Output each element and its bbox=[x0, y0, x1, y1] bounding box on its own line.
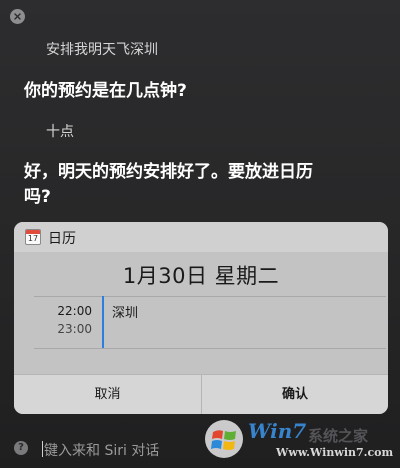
watermark-subtitle: 系统之家 bbox=[308, 427, 369, 445]
siri-response-2: 好，明天的预约安排好了。要放进日历吗? bbox=[24, 162, 313, 207]
watermark-brand: Win7 bbox=[248, 419, 307, 443]
event-color-bar bbox=[102, 296, 104, 348]
card-actions: 取消 确认 bbox=[14, 374, 388, 414]
close-icon bbox=[14, 13, 21, 20]
divider bbox=[34, 348, 386, 349]
calendar-icon: 17 bbox=[25, 229, 41, 245]
calendar-card: 17 日历 1月30日 星期二 22:00 23:00 深圳 取消 确认 bbox=[14, 222, 388, 414]
confirm-button[interactable]: 确认 bbox=[202, 375, 388, 414]
user-utterance-2: 十点 bbox=[46, 124, 74, 140]
text-caret bbox=[42, 441, 43, 457]
event-date: 1月30日 星期二 bbox=[122, 264, 280, 288]
calendar-card-header: 17 日历 bbox=[14, 222, 388, 252]
event-end-time: 23:00 bbox=[57, 322, 92, 336]
event-title[interactable]: 深圳 bbox=[112, 302, 138, 321]
siri-text-input[interactable]: 键入来和 Siri 对话 bbox=[44, 440, 159, 460]
divider bbox=[34, 296, 386, 297]
site-watermark: Win7 系统之家 Www.Winwin7.com bbox=[198, 413, 398, 465]
siri-window: 安排我明天飞深圳 你的预约是在几点钟? 十点 好，明天的预约安排好了。要放进日历… bbox=[0, 0, 400, 468]
watermark-url: Www.Winwin7.com bbox=[276, 446, 394, 459]
siri-response-1: 你的预约是在几点钟? bbox=[24, 81, 187, 101]
event-start-time: 22:00 bbox=[57, 304, 92, 318]
windows-logo-icon bbox=[205, 420, 243, 458]
user-utterance-1: 安排我明天飞深圳 bbox=[46, 42, 158, 58]
cancel-button[interactable]: 取消 bbox=[14, 375, 201, 414]
calendar-app-name: 日历 bbox=[48, 231, 76, 247]
close-button[interactable] bbox=[10, 9, 25, 24]
help-icon[interactable]: ? bbox=[14, 441, 28, 455]
